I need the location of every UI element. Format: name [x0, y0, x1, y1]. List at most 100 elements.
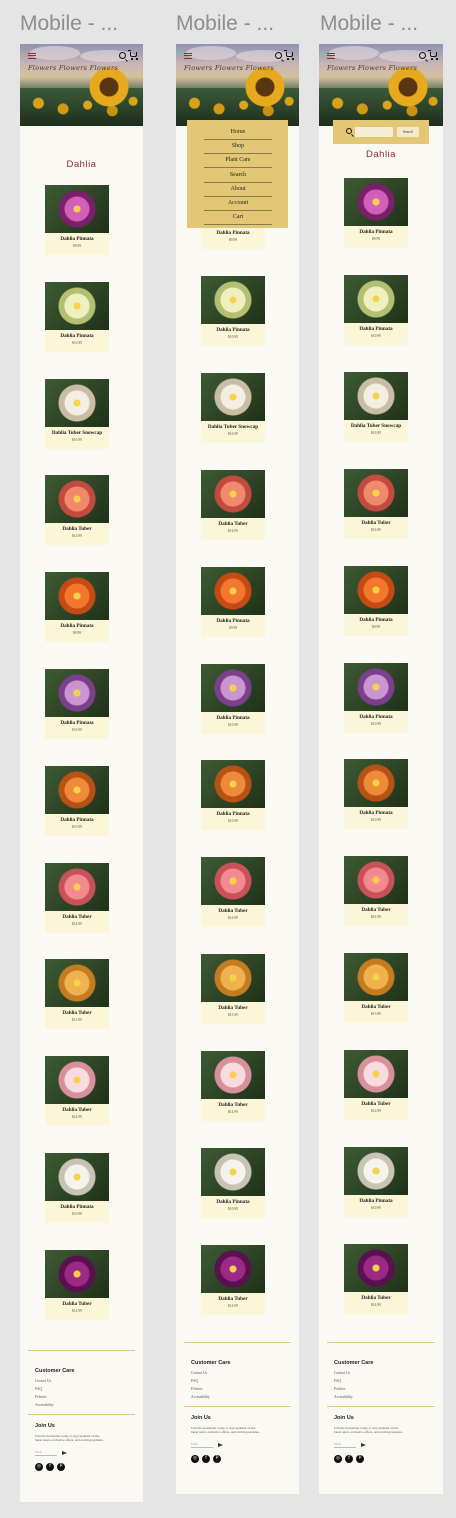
- product-name[interactable]: Dahlia Tuber: [344, 520, 408, 526]
- product-image[interactable]: [45, 1056, 109, 1104]
- product-card[interactable]: Dahlia Tuber Snowcap $16.99: [45, 379, 109, 449]
- product-image[interactable]: [344, 953, 408, 1001]
- product-image[interactable]: [45, 766, 109, 814]
- footer-link[interactable]: Policies: [191, 1387, 202, 1391]
- facebook-icon[interactable]: f: [202, 1455, 210, 1463]
- product-image[interactable]: [344, 1147, 408, 1195]
- menu-item-shop[interactable]: Shop: [204, 140, 272, 155]
- product-name[interactable]: Dahlia Tuber: [201, 1296, 265, 1302]
- product-name[interactable]: Dahlia Pinnata: [344, 714, 408, 720]
- footer-link[interactable]: FAQ: [334, 1379, 341, 1383]
- send-icon[interactable]: [361, 1443, 366, 1447]
- footer-link[interactable]: Accessibility: [35, 1403, 54, 1407]
- product-card[interactable]: Dahlia Tuber $14.99: [45, 475, 109, 545]
- product-card[interactable]: Dahlia Pinnata $9.99: [344, 566, 408, 636]
- product-name[interactable]: Dahlia Tuber: [344, 1004, 408, 1010]
- product-name[interactable]: Dahlia Pinnata: [45, 817, 109, 823]
- footer-link[interactable]: Contact Us: [35, 1379, 51, 1383]
- instagram-icon[interactable]: ◎: [191, 1455, 199, 1463]
- product-card[interactable]: Dahlia Pinnata $10.99: [201, 760, 265, 830]
- hamburger-icon[interactable]: [184, 53, 192, 59]
- product-name[interactable]: Dahlia Pinnata: [45, 720, 109, 726]
- product-image[interactable]: [201, 954, 265, 1002]
- product-image[interactable]: [344, 663, 408, 711]
- menu-item-plant-care[interactable]: Plant Care: [204, 154, 272, 169]
- email-input[interactable]: Email: [334, 1442, 356, 1448]
- menu-item-cart[interactable]: Cart: [204, 211, 272, 226]
- product-name[interactable]: Dahlia Tuber: [344, 1101, 408, 1107]
- product-image[interactable]: [344, 1050, 408, 1098]
- product-name[interactable]: Dahlia Pinnata: [45, 623, 109, 629]
- product-image[interactable]: [45, 379, 109, 427]
- product-image[interactable]: [45, 1153, 109, 1201]
- cart-icon[interactable]: [284, 50, 294, 60]
- product-image[interactable]: [45, 185, 109, 233]
- product-image[interactable]: [45, 282, 109, 330]
- product-card[interactable]: Dahlia Tuber $14.99: [344, 856, 408, 926]
- hamburger-icon[interactable]: [327, 53, 335, 59]
- product-card[interactable]: Dahlia Tuber $14.99: [45, 1056, 109, 1126]
- footer-link[interactable]: Accessibility: [191, 1395, 210, 1399]
- product-card[interactable]: Dahlia Tuber Snowcap $16.99: [201, 373, 265, 443]
- pinterest-icon[interactable]: P: [356, 1455, 364, 1463]
- cart-icon[interactable]: [428, 50, 438, 60]
- product-name[interactable]: Dahlia Pinnata: [201, 1199, 265, 1205]
- product-name[interactable]: Dahlia Tuber Snowcap: [45, 430, 109, 436]
- product-name[interactable]: Dahlia Pinnata: [344, 326, 408, 332]
- facebook-icon[interactable]: f: [345, 1455, 353, 1463]
- product-image[interactable]: [344, 759, 408, 807]
- product-image[interactable]: [45, 863, 109, 911]
- product-card[interactable]: Dahlia Pinnata $10.99: [201, 276, 265, 346]
- product-image[interactable]: [201, 760, 265, 808]
- product-image[interactable]: [201, 664, 265, 712]
- product-image[interactable]: [344, 469, 408, 517]
- product-name[interactable]: Dahlia Tuber: [201, 1102, 265, 1108]
- cart-icon[interactable]: [128, 50, 138, 60]
- product-card[interactable]: Dahlia Tuber $14.99: [201, 470, 265, 540]
- product-card[interactable]: Dahlia Pinnata $9.99: [201, 567, 265, 637]
- search-button[interactable]: Search: [397, 127, 419, 137]
- product-card[interactable]: Dahlia Pinnata $10.99: [45, 282, 109, 352]
- product-name[interactable]: Dahlia Tuber: [344, 907, 408, 913]
- menu-item-search[interactable]: Search: [204, 169, 272, 183]
- product-name[interactable]: Dahlia Pinnata: [201, 715, 265, 721]
- footer-link[interactable]: FAQ: [35, 1387, 42, 1391]
- product-card[interactable]: Dahlia Pinnata $9.99: [45, 185, 109, 255]
- pinterest-icon[interactable]: P: [213, 1455, 221, 1463]
- product-card[interactable]: Dahlia Tuber $14.99: [45, 863, 109, 933]
- product-name[interactable]: Dahlia Tuber: [344, 1295, 408, 1301]
- product-name[interactable]: Dahlia Tuber: [45, 526, 109, 532]
- product-card[interactable]: Dahlia Pinnata $10.99: [45, 669, 109, 739]
- footer-link[interactable]: Accessibility: [334, 1395, 353, 1399]
- product-card[interactable]: Dahlia Pinnata $9.99: [344, 178, 408, 248]
- search-icon[interactable]: [119, 52, 126, 59]
- product-image[interactable]: [201, 857, 265, 905]
- product-card[interactable]: Dahlia Pinnata $10.99: [344, 1147, 408, 1217]
- product-name[interactable]: Dahlia Pinnata: [201, 327, 265, 333]
- product-image[interactable]: [201, 373, 265, 421]
- product-card[interactable]: Dahlia Pinnata $10.99: [45, 766, 109, 836]
- product-name[interactable]: Dahlia Pinnata: [201, 230, 265, 236]
- product-name[interactable]: Dahlia Tuber: [45, 914, 109, 920]
- product-image[interactable]: [344, 372, 408, 420]
- instagram-icon[interactable]: ◎: [334, 1455, 342, 1463]
- product-card[interactable]: Dahlia Tuber $14.99: [344, 1244, 408, 1314]
- product-image[interactable]: [45, 959, 109, 1007]
- product-image[interactable]: [201, 1148, 265, 1196]
- product-name[interactable]: Dahlia Pinnata: [344, 617, 408, 623]
- product-name[interactable]: Dahlia Tuber Snowcap: [344, 423, 408, 429]
- product-card[interactable]: Dahlia Pinnata $10.99: [344, 759, 408, 829]
- product-image[interactable]: [201, 567, 265, 615]
- send-icon[interactable]: [218, 1443, 223, 1447]
- menu-item-account[interactable]: Account: [204, 197, 272, 211]
- search-input[interactable]: [355, 127, 393, 137]
- product-name[interactable]: Dahlia Tuber Snowcap: [201, 424, 265, 430]
- product-image[interactable]: [201, 276, 265, 324]
- product-name[interactable]: Dahlia Pinnata: [45, 236, 109, 242]
- search-icon[interactable]: [419, 52, 426, 59]
- product-image[interactable]: [45, 475, 109, 523]
- product-card[interactable]: Dahlia Tuber $13.99: [45, 959, 109, 1029]
- product-card[interactable]: Dahlia Pinnata $9.99: [45, 572, 109, 642]
- product-card[interactable]: Dahlia Tuber $14.99: [344, 469, 408, 539]
- pinterest-icon[interactable]: P: [57, 1463, 65, 1471]
